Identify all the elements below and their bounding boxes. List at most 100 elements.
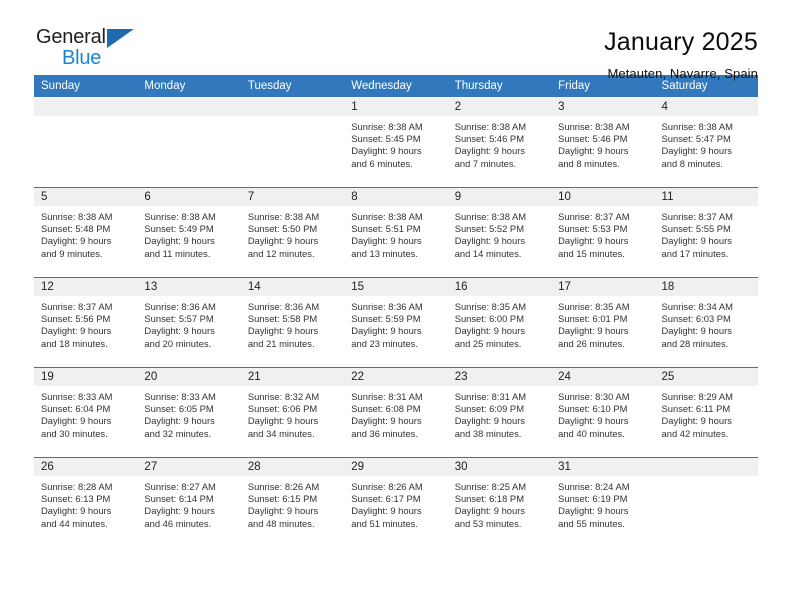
day-sun-info: Sunrise: 8:26 AM Sunset: 6:17 PM Daylight:…	[344, 476, 447, 530]
calendar-day-cell[interactable]: 22 Sunrise: 8:31 AM Sunset: 6:08 PM Dayligh…	[344, 367, 448, 458]
day-sun-info: Sunrise: 8:36 AM Sunset: 5:57 PM Daylight:…	[137, 296, 240, 350]
day-info-line: Sunrise: 8:36 AM	[144, 301, 216, 312]
day-sun-info: Sunrise: 8:33 AM Sunset: 6:04 PM Daylight:…	[34, 386, 137, 440]
calendar-day-cell[interactable]: 17 Sunrise: 8:35 AM Sunset: 6:01 PM Dayligh…	[551, 277, 655, 368]
day-number	[137, 98, 241, 116]
day-number: 12	[34, 278, 138, 296]
day-info-line: Daylight: 9 hours	[558, 235, 629, 247]
day-info-line: Daylight: 9 hours	[144, 235, 215, 247]
day-info-line: and 36 minutes.	[351, 427, 418, 439]
calendar-day-cell[interactable]: 25 Sunrise: 8:29 AM Sunset: 6:11 PM Dayligh…	[654, 367, 758, 458]
day-info-line: Sunrise: 8:28 AM	[41, 481, 113, 492]
calendar-day-cell[interactable]: 26 Sunrise: 8:28 AM Sunset: 6:13 PM Dayligh…	[34, 457, 138, 548]
calendar-day-cell[interactable]: 29 Sunrise: 8:26 AM Sunset: 6:17 PM Dayligh…	[344, 457, 448, 548]
day-info-line: Sunrise: 8:26 AM	[247, 481, 320, 492]
day-info-line: and 8 minutes.	[558, 157, 620, 169]
day-number: 27	[137, 458, 241, 476]
calendar-day-cell[interactable]: 23 Sunrise: 8:31 AM Sunset: 6:09 PM Dayligh…	[447, 367, 552, 458]
calendar-day-cell[interactable]: 19 Sunrise: 8:33 AM Sunset: 6:04 PM Dayligh…	[34, 367, 138, 458]
calendar-day-cell[interactable]: 9 Sunrise: 8:38 AM Sunset: 5:52 PM Daylight…	[447, 187, 552, 278]
calendar-day-cell[interactable]: 6 Sunrise: 8:38 AM Sunset: 5:49 PM Daylight…	[137, 187, 241, 278]
day-info-line: Sunset: 6:10 PM	[558, 403, 628, 415]
day-info-line: Sunset: 6:14 PM	[144, 493, 214, 505]
day-info-line: and 30 minutes.	[41, 427, 108, 439]
calendar-day-cell[interactable]: 4 Sunrise: 8:38 AM Sunset: 5:47 PM Daylight…	[654, 97, 758, 188]
day-info-line: and 26 minutes.	[558, 337, 625, 349]
day-sun-info: Sunrise: 8:38 AM Sunset: 5:49 PM Daylight:…	[137, 206, 240, 260]
day-sun-info: Sunrise: 8:38 AM Sunset: 5:47 PM Daylight:…	[655, 116, 758, 170]
day-info-line: Daylight: 9 hours	[558, 325, 629, 337]
day-number: 20	[137, 368, 241, 386]
day-sun-info: Sunrise: 8:36 AM Sunset: 5:58 PM Daylight:…	[241, 296, 344, 350]
calendar-day-cell[interactable]: 7 Sunrise: 8:38 AM Sunset: 5:50 PM Daylight…	[240, 187, 345, 278]
calendar-day-cell[interactable]: 15 Sunrise: 8:36 AM Sunset: 5:59 PM Dayligh…	[344, 277, 448, 368]
calendar-day-cell[interactable]: 11 Sunrise: 8:37 AM Sunset: 5:55 PM Dayligh…	[654, 187, 758, 278]
calendar-day-cell[interactable]: 13 Sunrise: 8:36 AM Sunset: 5:57 PM Dayligh…	[137, 277, 241, 368]
calendar-day-cell[interactable]: 31 Sunrise: 8:24 AM Sunset: 6:19 PM Dayligh…	[551, 457, 655, 548]
day-number: 18	[654, 278, 758, 296]
calendar-day-cell[interactable]: 21 Sunrise: 8:32 AM Sunset: 6:06 PM Dayligh…	[240, 367, 345, 458]
day-sun-info: Sunrise: 8:34 AM Sunset: 6:03 PM Daylight:…	[655, 296, 758, 350]
calendar-day-cell[interactable]: 1 Sunrise: 8:38 AM Sunset: 5:45 PM Daylight…	[344, 97, 448, 188]
day-info-line: Daylight: 9 hours	[144, 415, 215, 427]
day-info-line: Daylight: 9 hours	[351, 145, 422, 157]
weekday-header-thursday: Thursday	[447, 75, 552, 98]
day-info-line: Sunset: 5:46 PM	[558, 133, 628, 145]
day-info-line: Sunrise: 8:31 AM	[351, 391, 423, 402]
calendar-day-cell[interactable]: 24 Sunrise: 8:30 AM Sunset: 6:10 PM Dayligh…	[551, 367, 655, 458]
day-number: 5	[34, 188, 138, 206]
day-info-line: and 6 minutes.	[351, 157, 413, 169]
calendar-day-cell[interactable]: 27 Sunrise: 8:27 AM Sunset: 6:14 PM Dayligh…	[137, 457, 241, 548]
generalblue-logo[interactable]: General Blue	[34, 26, 154, 74]
day-sun-info: Sunrise: 8:31 AM Sunset: 6:09 PM Daylight:…	[448, 386, 551, 440]
day-info-line: Sunset: 5:48 PM	[41, 223, 111, 235]
day-info-line: Sunrise: 8:35 AM	[454, 301, 527, 312]
day-info-line: Sunrise: 8:38 AM	[41, 211, 113, 222]
calendar-day-cell[interactable]: 3 Sunrise: 8:38 AM Sunset: 5:46 PM Daylight…	[551, 97, 655, 188]
day-info-line: and 21 minutes.	[247, 337, 315, 349]
day-info-line: Sunset: 6:04 PM	[41, 403, 111, 415]
day-info-line: Sunset: 5:52 PM	[454, 223, 524, 235]
day-info-line: and 28 minutes.	[661, 337, 729, 349]
day-info-line: Sunset: 5:57 PM	[144, 313, 214, 325]
day-sun-info: Sunrise: 8:30 AM Sunset: 6:10 PM Daylight:…	[551, 386, 654, 440]
calendar-day-cell[interactable]: 10 Sunrise: 8:37 AM Sunset: 5:53 PM Dayligh…	[551, 187, 655, 278]
day-sun-info: Sunrise: 8:28 AM Sunset: 6:13 PM Daylight:…	[34, 476, 137, 530]
day-info-line: Sunrise: 8:38 AM	[454, 211, 527, 222]
day-info-line: Sunrise: 8:38 AM	[454, 121, 527, 132]
calendar-day-cell[interactable]: 12 Sunrise: 8:37 AM Sunset: 5:56 PM Dayligh…	[34, 277, 138, 368]
day-info-line: Sunrise: 8:27 AM	[144, 481, 216, 492]
day-number	[654, 458, 758, 476]
day-info-line: Daylight: 9 hours	[558, 505, 629, 517]
calendar-day-cell[interactable]: 30 Sunrise: 8:25 AM Sunset: 6:18 PM Dayligh…	[447, 457, 552, 548]
day-sun-info: Sunrise: 8:38 AM Sunset: 5:51 PM Daylight:…	[344, 206, 447, 260]
logo-text-general: General	[36, 26, 106, 48]
calendar-day-cell[interactable]: 2 Sunrise: 8:38 AM Sunset: 5:46 PM Daylight…	[447, 97, 552, 188]
day-info-line: and 18 minutes.	[41, 337, 108, 349]
day-info-line: Daylight: 9 hours	[144, 325, 215, 337]
day-number: 8	[344, 188, 448, 206]
calendar-day-cell[interactable]: 5 Sunrise: 8:38 AM Sunset: 5:48 PM Daylight…	[34, 187, 138, 278]
calendar-day-cell[interactable]: 8 Sunrise: 8:38 AM Sunset: 5:51 PM Daylight…	[344, 187, 448, 278]
day-info-line: Sunrise: 8:24 AM	[558, 481, 630, 492]
calendar-day-cell[interactable]: 14 Sunrise: 8:36 AM Sunset: 5:58 PM Dayligh…	[240, 277, 345, 368]
day-info-line: Sunrise: 8:38 AM	[558, 121, 630, 132]
day-info-line: Sunrise: 8:25 AM	[454, 481, 527, 492]
day-info-line: Daylight: 9 hours	[247, 235, 319, 247]
calendar-day-cell[interactable]: 18 Sunrise: 8:34 AM Sunset: 6:03 PM Dayligh…	[654, 277, 758, 368]
day-info-line: Sunrise: 8:30 AM	[558, 391, 630, 402]
calendar-day-cell[interactable]: 28 Sunrise: 8:26 AM Sunset: 6:15 PM Dayligh…	[240, 457, 345, 548]
day-number: 29	[344, 458, 448, 476]
day-info-line: Sunset: 5:46 PM	[454, 133, 524, 145]
calendar-day-cell[interactable]: 20 Sunrise: 8:33 AM Sunset: 6:05 PM Dayligh…	[137, 367, 241, 458]
day-info-line: Daylight: 9 hours	[454, 415, 526, 427]
day-info-line: Sunset: 6:00 PM	[454, 313, 524, 325]
day-sun-info: Sunrise: 8:38 AM Sunset: 5:46 PM Daylight:…	[551, 116, 654, 170]
day-sun-info: Sunrise: 8:25 AM Sunset: 6:18 PM Daylight:…	[448, 476, 551, 530]
day-number: 13	[137, 278, 241, 296]
calendar-day-cell[interactable]: 16 Sunrise: 8:35 AM Sunset: 6:00 PM Dayligh…	[447, 277, 552, 368]
day-number: 23	[447, 368, 552, 386]
day-info-line: Sunset: 5:53 PM	[558, 223, 628, 235]
day-info-line: Daylight: 9 hours	[247, 415, 319, 427]
day-number: 7	[240, 188, 345, 206]
